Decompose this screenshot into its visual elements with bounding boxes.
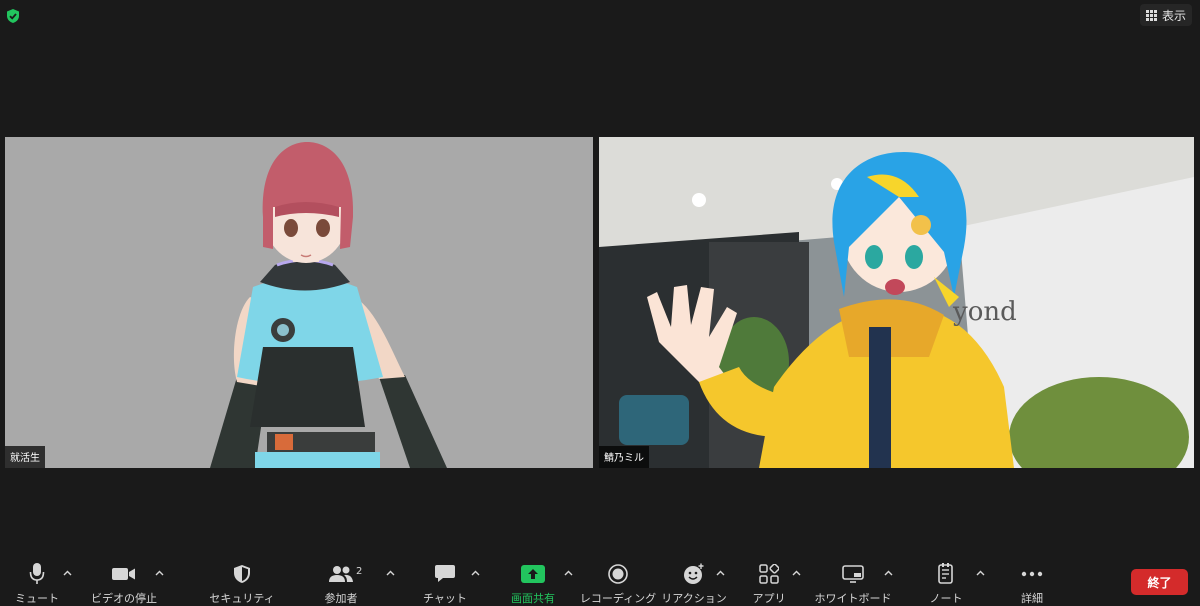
notes-options-chevron-up-icon[interactable] — [974, 567, 986, 579]
avatar-video-feed — [5, 137, 593, 468]
notes-icon — [938, 562, 953, 584]
participants-label: 参加者 — [324, 592, 358, 605]
view-label: 表示 — [1161, 8, 1186, 23]
apps-label: アプリ — [752, 592, 786, 605]
wall-sign-text: yond — [952, 297, 1017, 327]
whiteboard-button[interactable]: ホワイトボード — [814, 553, 892, 606]
view-button[interactable]: 表示 — [1139, 4, 1192, 26]
video-camera-icon — [112, 567, 135, 580]
share-screen-label: 画面共有 — [511, 592, 555, 605]
chat-label: チャット — [423, 592, 467, 605]
reactions-label: リアクション — [661, 592, 727, 605]
share-screen-button[interactable]: 画面共有 — [506, 553, 560, 606]
encryption-shield-icon[interactable] — [5, 8, 21, 24]
apps-options-chevron-up-icon[interactable] — [790, 567, 802, 579]
notes-label: ノート — [929, 592, 963, 605]
video-options-chevron-up-icon[interactable] — [153, 567, 165, 579]
meeting-toolbar: ミュート ビデオの停止 セキュリティ 参加者 2 チャット 画面共有 レコーディ… — [0, 553, 1200, 606]
recording-button[interactable]: レコーディング — [580, 553, 656, 606]
ellipsis-icon — [1021, 571, 1043, 576]
shield-icon — [234, 564, 250, 583]
security-button[interactable]: セキュリティ — [207, 553, 277, 606]
stop-video-button[interactable]: ビデオの停止 — [88, 553, 160, 606]
apps-icon — [759, 563, 779, 584]
emoji-plus-icon — [684, 563, 704, 584]
share-screen-icon — [521, 564, 545, 583]
share-options-chevron-up-icon[interactable] — [562, 567, 574, 579]
mute-label: ミュート — [15, 592, 59, 605]
participants-button[interactable]: 参加者 — [318, 553, 364, 606]
end-meeting-button[interactable]: 終了 — [1131, 569, 1188, 595]
avatar-video-feed: yond — [599, 137, 1194, 468]
whiteboard-icon — [842, 564, 864, 583]
apps-button[interactable]: アプリ — [751, 553, 787, 606]
participant-name-tag: 鯖乃ミル — [599, 446, 649, 468]
chat-bubble-icon — [435, 564, 455, 582]
chat-options-chevron-up-icon[interactable] — [469, 567, 481, 579]
record-icon — [608, 563, 628, 584]
participants-options-chevron-up-icon[interactable] — [384, 567, 396, 579]
chat-button[interactable]: チャット — [422, 553, 468, 606]
security-label: セキュリティ — [209, 592, 275, 605]
people-icon — [329, 565, 353, 582]
more-label: 詳細 — [1021, 592, 1043, 605]
whiteboard-label: ホワイトボード — [814, 592, 892, 605]
mute-button[interactable]: ミュート — [14, 553, 60, 606]
notes-button[interactable]: ノート — [926, 553, 966, 606]
recording-label: レコーディング — [579, 592, 657, 605]
grid-icon — [1145, 9, 1157, 21]
more-button[interactable]: 詳細 — [1012, 553, 1052, 606]
participant-name-tag: 就活生 — [5, 446, 45, 468]
microphone-icon — [29, 562, 45, 584]
whiteboard-options-chevron-up-icon[interactable] — [882, 567, 894, 579]
audio-options-chevron-up-icon[interactable] — [61, 567, 73, 579]
reactions-options-chevron-up-icon[interactable] — [714, 567, 726, 579]
video-tile-participant-1[interactable]: 就活生 — [5, 137, 593, 468]
stop-video-label: ビデオの停止 — [91, 592, 157, 605]
reactions-button[interactable]: リアクション — [661, 553, 727, 606]
video-tile-participant-2[interactable]: yond 鯖乃ミル — [599, 137, 1194, 468]
participants-count-badge: 2 — [356, 566, 363, 577]
